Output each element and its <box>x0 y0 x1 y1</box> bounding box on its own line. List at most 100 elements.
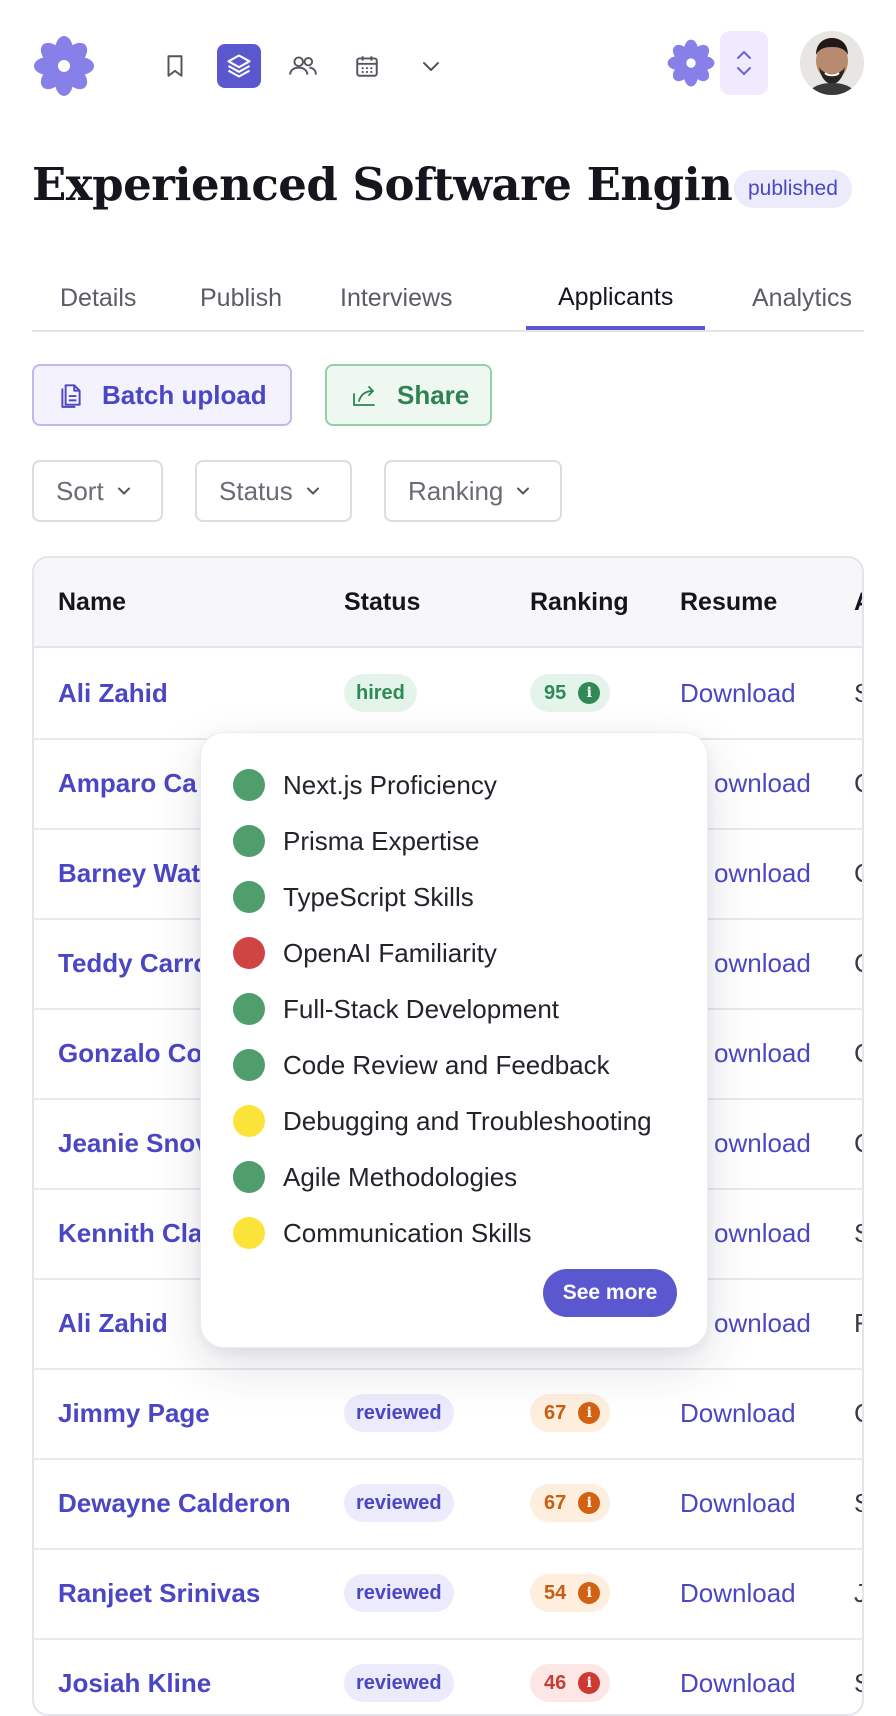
table-row[interactable]: Josiah Kline reviewed 46 i Download S <box>34 1638 862 1714</box>
column-header-name[interactable]: Name <box>58 558 126 646</box>
ranking-badge[interactable]: 67 i <box>530 1484 611 1522</box>
skill-status-dot <box>233 1049 265 1081</box>
extra-cell: C <box>854 1008 862 1098</box>
users-icon[interactable] <box>281 44 325 88</box>
chevron-down-icon[interactable] <box>409 44 453 88</box>
extra-cell: S <box>854 1188 862 1278</box>
status-cell: hired <box>344 648 417 738</box>
applicant-name-link[interactable]: Dewayne Calderon <box>58 1458 291 1548</box>
resume-download-link[interactable]: ownload <box>714 918 811 1008</box>
resume-download-link[interactable]: ownload <box>714 828 811 918</box>
applicant-name-link[interactable]: Barney Wat <box>58 828 200 918</box>
status-dropdown[interactable]: Status <box>195 460 352 522</box>
table-row[interactable]: Dewayne Calderon reviewed 67 i Download S <box>34 1458 862 1550</box>
applicant-name-link[interactable]: Ali Zahid <box>58 648 168 738</box>
extra-cell: J <box>854 1548 862 1638</box>
column-header-ranking[interactable]: Ranking <box>530 558 629 646</box>
skill-label: Agile Methodologies <box>283 1161 518 1192</box>
resume-download-link[interactable]: Download <box>680 1458 796 1548</box>
applicant-name-link[interactable]: Josiah Kline <box>58 1638 211 1714</box>
ranking-badge[interactable]: 95 i <box>530 674 611 712</box>
applicant-name-link[interactable]: Teddy Carro <box>58 918 209 1008</box>
resume-download-link[interactable]: ownload <box>714 1278 811 1368</box>
ranking-cell: 54 i <box>530 1548 611 1638</box>
applicant-name-link[interactable]: Jeanie Snov <box>58 1098 210 1188</box>
info-icon[interactable]: i <box>578 1582 601 1604</box>
ranking-badge[interactable]: 54 i <box>530 1574 611 1612</box>
avatar[interactable] <box>800 31 864 95</box>
skill-label: Full-Stack Development <box>283 993 559 1024</box>
status-filter-label: Status <box>219 475 293 506</box>
tab-analytics[interactable]: Analytics <box>752 268 852 328</box>
resume-download-link[interactable]: ownload <box>714 1008 811 1098</box>
applicant-name-link[interactable]: Kennith Cla <box>58 1188 202 1278</box>
column-header-extra[interactable]: A <box>854 558 862 646</box>
extra-cell: C <box>854 738 862 828</box>
share-button[interactable]: Share <box>325 364 492 426</box>
ranking-filter-label: Ranking <box>408 475 504 506</box>
layers-icon[interactable] <box>217 44 261 88</box>
column-header-resume[interactable]: Resume <box>680 558 777 646</box>
extra-cell: S <box>854 1458 862 1548</box>
skill-status-dot <box>233 769 265 801</box>
info-icon[interactable]: i <box>578 682 601 704</box>
applicant-name-link[interactable]: Amparo Ca <box>58 738 197 828</box>
ranking-badge[interactable]: 67 i <box>530 1394 611 1432</box>
column-header-status[interactable]: Status <box>344 558 420 646</box>
organization-logo-icon <box>667 39 715 87</box>
skill-status-dot <box>233 937 265 969</box>
see-more-button[interactable]: See more <box>543 1269 677 1317</box>
applicant-name-link[interactable]: Ali Zahid <box>58 1278 168 1368</box>
organization-switcher[interactable] <box>664 31 768 95</box>
share-icon <box>351 382 379 408</box>
resume-download-link[interactable]: ownload <box>714 1188 811 1278</box>
ranking-cell: 67 i <box>530 1458 611 1548</box>
tab-details[interactable]: Details <box>60 268 136 328</box>
table-row[interactable]: Ali Zahid hired 95 i Download S <box>34 648 862 740</box>
calendar-icon[interactable] <box>345 44 389 88</box>
job-applicants-page: Experienced Software Engine… published D… <box>0 0 896 1716</box>
resume-download-link[interactable]: ownload <box>714 738 811 828</box>
chevron-up-down-icon[interactable] <box>720 31 768 95</box>
resume-download-link[interactable]: Download <box>680 1638 796 1714</box>
tab-applicants[interactable]: Applicants <box>526 268 706 330</box>
applicant-name-link[interactable]: Ranjeet Srinivas <box>58 1548 260 1638</box>
resume-download-link[interactable]: Download <box>680 1368 796 1458</box>
sort-label: Sort <box>56 475 104 506</box>
extra-cell: C <box>854 1098 862 1188</box>
status-badge: reviewed <box>344 1394 454 1432</box>
ranking-value: 95 <box>544 681 567 704</box>
documents-icon <box>58 381 84 409</box>
skill-label: Code Review and Feedback <box>283 1049 610 1080</box>
status-cell: reviewed <box>344 1548 454 1638</box>
tab-interviews[interactable]: Interviews <box>340 268 453 328</box>
batch-upload-button[interactable]: Batch upload <box>32 364 292 426</box>
chevron-down-icon <box>513 481 533 501</box>
resume-download-link[interactable]: Download <box>680 1548 796 1638</box>
info-icon[interactable]: i <box>578 1672 601 1694</box>
applicant-name-link[interactable]: Gonzalo Co <box>58 1008 202 1098</box>
ranking-dropdown[interactable]: Ranking <box>384 460 562 522</box>
sort-dropdown[interactable]: Sort <box>32 460 163 522</box>
skill-label: Prisma Expertise <box>283 825 480 856</box>
extra-cell: F <box>854 1278 862 1368</box>
extra-cell: S <box>854 648 862 738</box>
status-badge: reviewed <box>344 1484 454 1522</box>
skill-label: Communication Skills <box>283 1217 532 1248</box>
table-row[interactable]: Ranjeet Srinivas reviewed 54 i Download J <box>34 1548 862 1640</box>
chevron-down-icon <box>303 481 323 501</box>
resume-download-link[interactable]: Download <box>680 648 796 738</box>
status-badge: published <box>734 170 852 208</box>
app-logo-icon[interactable] <box>32 34 96 98</box>
skill-item: Full-Stack Development <box>233 989 559 1029</box>
applicant-name-link[interactable]: Jimmy Page <box>58 1368 210 1458</box>
ranking-value: 67 <box>544 1491 567 1514</box>
tab-publish[interactable]: Publish <box>200 268 282 328</box>
info-icon[interactable]: i <box>578 1492 601 1514</box>
skill-item: Code Review and Feedback <box>233 1045 610 1085</box>
table-row[interactable]: Jimmy Page reviewed 67 i Download C <box>34 1368 862 1460</box>
bookmark-icon[interactable] <box>153 44 197 88</box>
info-icon[interactable]: i <box>578 1402 601 1424</box>
resume-download-link[interactable]: ownload <box>714 1098 811 1188</box>
ranking-badge[interactable]: 46 i <box>530 1664 611 1702</box>
